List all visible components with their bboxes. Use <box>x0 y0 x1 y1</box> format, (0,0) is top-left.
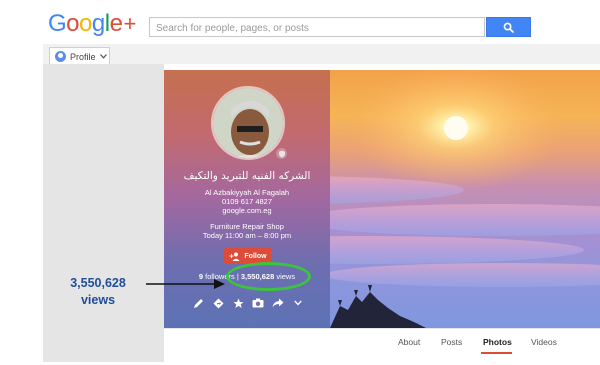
share-icon[interactable] <box>272 297 284 309</box>
profile-name: الشركه الفنيه للتبريد والتكيف <box>183 170 311 182</box>
annotation-views-count: 3,550,628 <box>70 276 126 290</box>
tab-divider <box>164 328 600 329</box>
tab-about[interactable]: About <box>398 337 420 347</box>
logo-plus: + <box>123 11 136 36</box>
tab-videos[interactable]: Videos <box>531 337 557 347</box>
chevron-down-icon[interactable] <box>292 297 304 309</box>
search-icon <box>503 22 514 33</box>
left-gutter <box>43 64 164 362</box>
verified-icon <box>276 148 287 159</box>
annotation-arrow <box>146 279 225 289</box>
google-plus-logo[interactable]: Google+ <box>48 10 136 38</box>
pencil-icon[interactable] <box>192 297 204 309</box>
chevron-down-icon <box>99 54 107 59</box>
views-highlight-oval <box>226 262 311 291</box>
profile-avatar[interactable] <box>211 86 285 160</box>
avatar-icon <box>55 51 66 62</box>
profile-website[interactable]: google.com.eg <box>164 206 330 216</box>
annotation-views-word: views <box>80 293 116 307</box>
search-box[interactable] <box>149 17 485 38</box>
star-icon[interactable] <box>232 297 244 309</box>
tab-active-indicator <box>481 352 512 354</box>
search-button[interactable] <box>486 17 531 37</box>
camera-icon[interactable] <box>252 297 264 309</box>
profile-actions <box>192 297 304 311</box>
profile-hours: Today 11:00 am – 8:00 pm <box>202 231 292 240</box>
tab-posts[interactable]: Posts <box>441 337 462 347</box>
tab-photos[interactable]: Photos <box>483 337 512 347</box>
follow-label: Follow <box>244 252 267 260</box>
logo-google: Google <box>48 10 123 37</box>
add-person-icon <box>229 252 240 261</box>
search-input[interactable] <box>150 19 484 38</box>
subheader-band <box>43 44 600 64</box>
directions-icon[interactable] <box>212 297 224 309</box>
profile-button-label: Profile <box>70 51 96 62</box>
